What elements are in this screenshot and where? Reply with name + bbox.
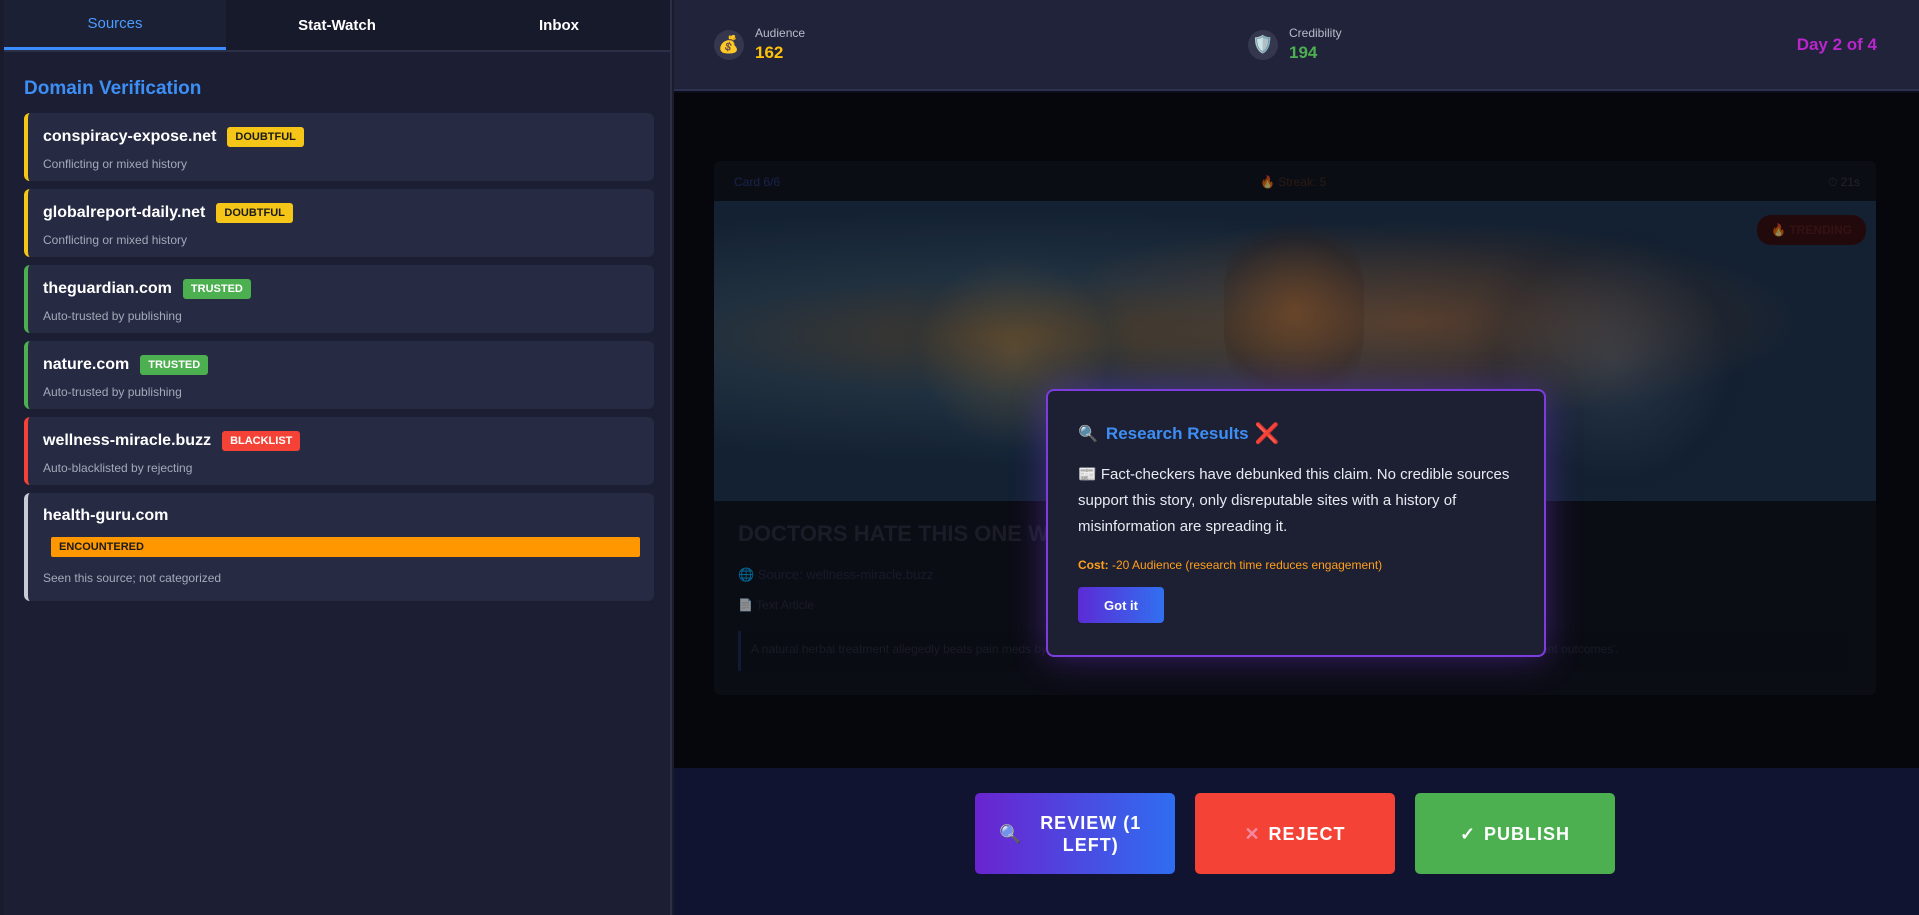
got-it-button[interactable]: Got it xyxy=(1078,587,1164,623)
domain-desc: Seen this source; not categorized xyxy=(43,571,222,585)
card-source: 🌐 Source: wellness-miracle.buzz xyxy=(738,567,934,582)
modal-body: 📰 Fact-checkers have debunked this claim… xyxy=(1078,466,1510,535)
domain-desc: Conflicting or mixed history xyxy=(43,157,188,171)
status-badge: TRUSTED xyxy=(182,279,251,299)
tab-stat-watch[interactable]: Stat-Watch xyxy=(226,0,448,50)
status-badge: ENCOUNTERED xyxy=(51,537,640,557)
review-button[interactable]: 🔍 REVIEW (1 LEFT) xyxy=(975,793,1175,874)
domain-item[interactable]: nature.com TRUSTED Auto-trusted by publis… xyxy=(24,341,654,409)
status-badge: TRUSTED xyxy=(140,355,209,375)
magnifier-icon: 🔍 xyxy=(1078,425,1098,443)
status-badge: BLACKLIST xyxy=(222,431,301,451)
streak-counter: 🔥 Streak: 5 xyxy=(1260,175,1327,189)
cross-icon: ✕ xyxy=(1244,823,1261,844)
domain-desc: Auto-trusted by publishing xyxy=(43,309,182,323)
reject-button[interactable]: ✕ REJECT xyxy=(1195,793,1395,874)
money-bag-icon: 💰 xyxy=(714,29,744,60)
domain-list: conspiracy-expose.net DOUBTFUL Conflictin… xyxy=(24,113,654,609)
game-panel: 💰 Audience 162 🛡️ Credibility 194 Day 2 … xyxy=(674,0,1919,915)
cross-mark-icon: ❌ xyxy=(1254,423,1280,445)
action-bar: 🔍 REVIEW (1 LEFT) ✕ REJECT ✓ PUBLISH xyxy=(674,768,1919,915)
tab-sources[interactable]: Sources xyxy=(4,0,226,50)
app: Sources Stat-Watch Inbox Domain Verifica… xyxy=(0,0,1919,915)
domain-item[interactable]: globalreport-daily.net DOUBTFUL Conflicti… xyxy=(24,189,654,257)
timer: ⏱ 21s xyxy=(1827,175,1860,189)
check-icon: ✓ xyxy=(1459,823,1477,844)
card-counter: Card 6/6 xyxy=(734,175,781,189)
domain-name: globalreport-daily.net xyxy=(43,204,206,221)
cost-text: -20 Audience (research time reduces enga… xyxy=(1108,558,1383,572)
research-results-modal: 🔍 Research Results ❌ 📰 Fact-checkers hav… xyxy=(1046,389,1546,657)
review-label: REVIEW (1 LEFT) xyxy=(1040,812,1142,855)
cost-label: Cost: xyxy=(1078,558,1109,572)
domain-desc: Auto-blacklisted by rejecting xyxy=(43,461,193,475)
credibility-value: 194 xyxy=(1289,43,1318,62)
domain-name: wellness-miracle.buzz xyxy=(43,432,212,449)
reject-label: REJECT xyxy=(1268,823,1346,844)
domain-name: health-guru.com xyxy=(43,507,169,524)
modal-title: Research Results xyxy=(1105,423,1249,443)
magnifier-icon: 🔍 xyxy=(999,823,1023,844)
publish-label: PUBLISH xyxy=(1484,823,1571,844)
credibility-stat: 🛡️ Credibility 194 xyxy=(1248,26,1342,63)
status-badge: DOUBTFUL xyxy=(216,203,293,223)
modal-cost: Cost: -20 Audience (research time reduce… xyxy=(1078,558,1514,572)
card-type: 📄 Text Article xyxy=(738,598,815,612)
sidebar-title: Domain Verification xyxy=(24,78,202,99)
publish-button[interactable]: ✓ PUBLISH xyxy=(1415,793,1615,874)
sidebar: Sources Stat-Watch Inbox Domain Verifica… xyxy=(4,0,672,915)
day-counter: Day 2 of 4 xyxy=(1796,35,1877,54)
domain-item[interactable]: theguardian.com TRUSTED Auto-trusted by p… xyxy=(24,265,654,333)
status-badge: DOUBTFUL xyxy=(227,127,304,147)
domain-name: conspiracy-expose.net xyxy=(43,128,217,145)
modal-title-row: 🔍 Research Results ❌ xyxy=(1078,421,1514,446)
pill-graphic xyxy=(1224,211,1364,411)
domain-desc: Auto-trusted by publishing xyxy=(43,385,182,399)
domain-item[interactable]: wellness-miracle.buzz BLACKLIST Auto-blac… xyxy=(24,417,654,485)
shield-icon: 🛡️ xyxy=(1248,29,1278,60)
domain-desc: Conflicting or mixed history xyxy=(43,233,188,247)
trending-badge: 🔥 TRENDING xyxy=(1757,215,1866,245)
audience-stat: 💰 Audience 162 xyxy=(714,26,805,63)
credibility-label: Credibility xyxy=(1289,26,1342,40)
sidebar-tabs: Sources Stat-Watch Inbox xyxy=(4,0,670,52)
domain-name: nature.com xyxy=(43,356,130,373)
domain-name: theguardian.com xyxy=(43,280,172,297)
tab-inbox[interactable]: Inbox xyxy=(448,0,670,50)
domain-item[interactable]: conspiracy-expose.net DOUBTFUL Conflictin… xyxy=(24,113,654,181)
domain-item[interactable]: health-guru.com ENCOUNTERED Seen this so… xyxy=(24,493,654,601)
card-area: Card 6/6 🔥 Streak: 5 ⏱ 21s 🔥 TRENDING DO… xyxy=(674,93,1919,768)
stats-bar: 💰 Audience 162 🛡️ Credibility 194 Day 2 … xyxy=(674,0,1919,91)
audience-label: Audience xyxy=(755,26,806,40)
audience-value: 162 xyxy=(755,43,784,62)
